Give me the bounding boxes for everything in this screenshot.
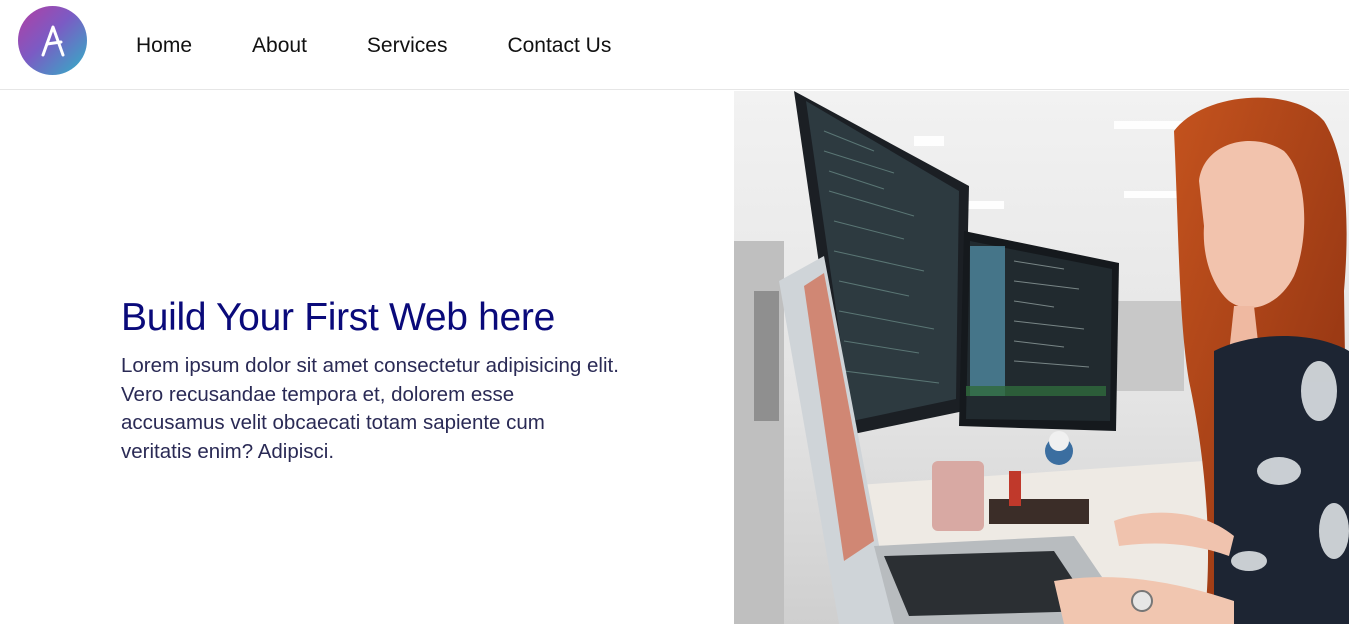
hero-image — [734, 91, 1349, 624]
a-logo-icon — [41, 25, 64, 56]
nav-link-services[interactable]: Services — [367, 32, 448, 60]
hero-title: Build Your First Web here — [121, 296, 556, 339]
nav-link-contact[interactable]: Contact Us — [507, 32, 611, 60]
logo-icon[interactable] — [18, 6, 87, 75]
office-photo — [734, 91, 1349, 624]
navbar: Home About Services Contact Us — [0, 0, 1349, 90]
nav-link-about[interactable]: About — [252, 32, 307, 60]
nav-links: Home About Services Contact Us — [136, 32, 671, 60]
hero-text: Build Your First Web here Lorem ipsum do… — [121, 290, 621, 466]
nav-link-home[interactable]: Home — [136, 32, 192, 60]
hero-description: Lorem ipsum dolor sit amet consectetur a… — [121, 354, 619, 463]
